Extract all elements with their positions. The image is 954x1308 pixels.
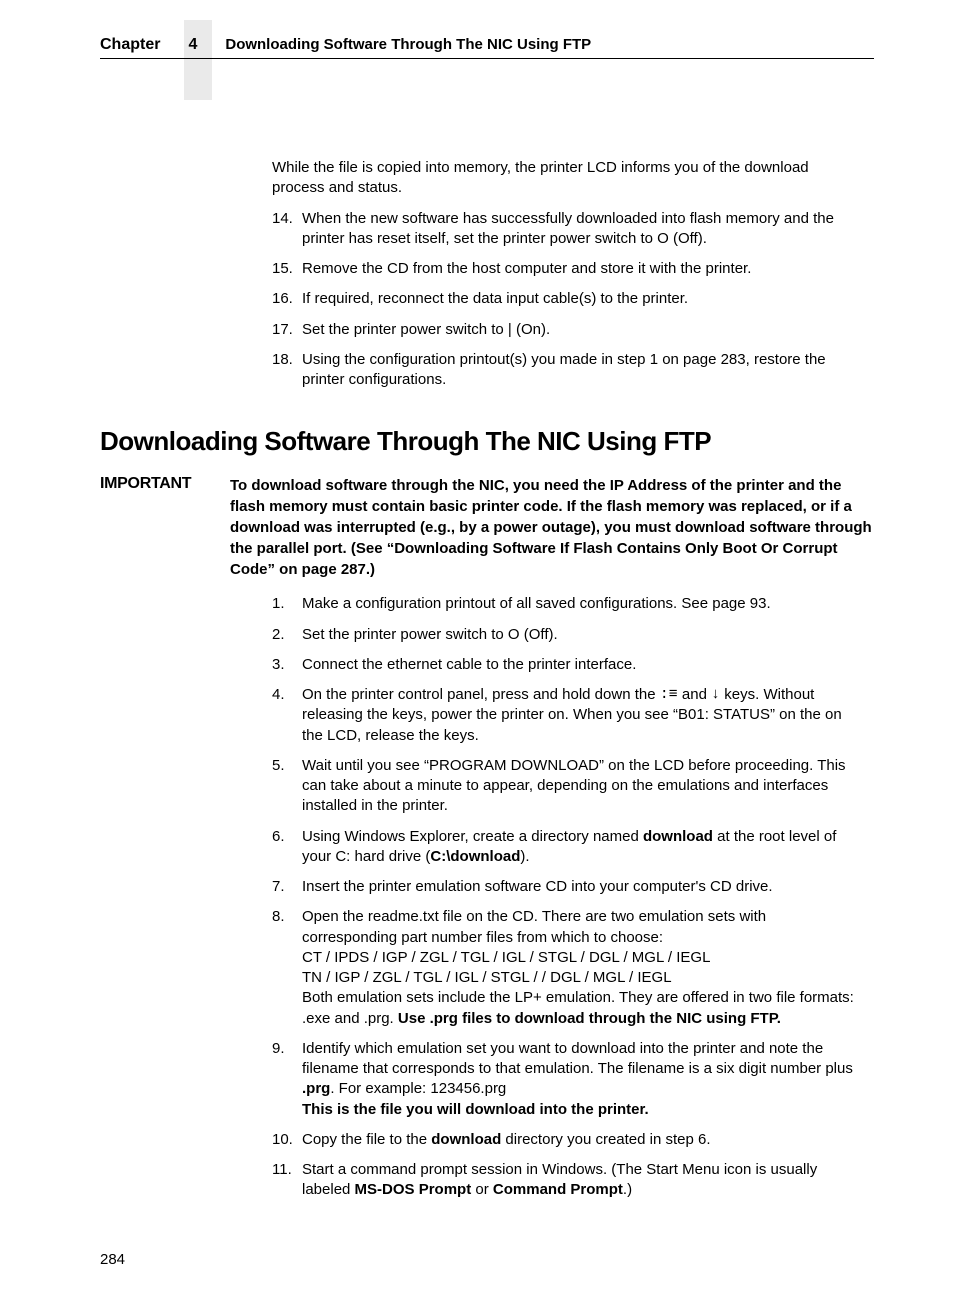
step-number: 15.	[272, 259, 302, 279]
ftp-step-2: 2.Set the printer power switch to O (Off…	[272, 625, 864, 645]
ftp-step-9: 9. Identify which emulation set you want…	[272, 1039, 864, 1120]
step-number: 1.	[272, 594, 302, 614]
step-text: Connect the ethernet cable to the printe…	[302, 655, 864, 675]
step-text: Remove the CD from the host computer and…	[302, 259, 864, 279]
ftp-step-5: 5.Wait until you see “PROGRAM DOWNLOAD” …	[272, 756, 864, 817]
step-number: 5.	[272, 756, 302, 817]
continued-steps-list: 14.When the new software has successfull…	[272, 209, 864, 391]
step-text: On the printer control panel, press and …	[302, 685, 864, 746]
text-fragment: or	[471, 1181, 493, 1198]
bold-text: C:\download	[430, 848, 520, 865]
step-number: 6.	[272, 827, 302, 868]
bold-text: Use .prg files to download through the N…	[398, 1010, 781, 1027]
text-fragment: .)	[623, 1181, 632, 1198]
step-number: 18.	[272, 350, 302, 391]
bold-text: Command Prompt	[493, 1181, 623, 1198]
chapter-running-title: Downloading Software Through The NIC Usi…	[225, 36, 591, 53]
text-fragment: TN / IGP / ZGL / TGL / IGL / STGL / / DG…	[302, 969, 672, 986]
ftp-steps-list: 1.Make a configuration printout of all s…	[272, 594, 864, 1200]
step-text: If required, reconnect the data input ca…	[302, 289, 864, 309]
text-fragment: Open the readme.txt file on the CD. Ther…	[302, 908, 766, 945]
ftp-step-7: 7.Insert the printer emulation software …	[272, 877, 864, 897]
text-fragment: Copy the file to the	[302, 1131, 431, 1148]
step-14: 14.When the new software has successfull…	[272, 209, 864, 250]
ftp-step-8: 8. Open the readme.txt file on the CD. T…	[272, 907, 864, 1029]
step-text: Using Windows Explorer, create a directo…	[302, 827, 864, 868]
step-text: Copy the file to the download directory …	[302, 1130, 864, 1150]
menu-key-icon: :≡	[660, 685, 678, 705]
bold-text: MS-DOS Prompt	[355, 1181, 472, 1198]
step-17: 17.Set the printer power switch to | (On…	[272, 320, 864, 340]
text-fragment: directory you created in step 6.	[501, 1131, 710, 1148]
step-text: When the new software has successfully d…	[302, 209, 864, 250]
step-number: 7.	[272, 877, 302, 897]
step-number: 14.	[272, 209, 302, 250]
step-16: 16.If required, reconnect the data input…	[272, 289, 864, 309]
step-text: Open the readme.txt file on the CD. Ther…	[302, 907, 864, 1029]
ftp-step-11: 11. Start a command prompt session in Wi…	[272, 1160, 864, 1201]
ftp-step-10: 10. Copy the file to the download direct…	[272, 1130, 864, 1150]
text-fragment: On the printer control panel, press and …	[302, 686, 660, 703]
step-number: 4.	[272, 685, 302, 746]
chapter-label: Chapter	[100, 36, 160, 54]
important-label: IMPORTANT	[100, 475, 230, 580]
step-text: Make a configuration printout of all sav…	[302, 594, 864, 614]
step-text: Using the configuration printout(s) you …	[302, 350, 864, 391]
bold-text: This is the file you will download into …	[302, 1101, 649, 1118]
page-number: 284	[100, 1251, 874, 1268]
step-number: 16.	[272, 289, 302, 309]
ftp-step-6: 6. Using Windows Explorer, create a dire…	[272, 827, 864, 868]
down-arrow-key-icon: ↓	[711, 685, 720, 705]
step-number: 9.	[272, 1039, 302, 1120]
bold-text: download	[643, 828, 713, 845]
chapter-number: 4	[188, 36, 197, 54]
step-18: 18.Using the configuration printout(s) y…	[272, 350, 864, 391]
step-15: 15.Remove the CD from the host computer …	[272, 259, 864, 279]
text-fragment: Using Windows Explorer, create a directo…	[302, 828, 643, 845]
bold-text: .prg	[302, 1080, 330, 1097]
important-note: IMPORTANT To download software through t…	[100, 475, 874, 580]
important-body: To download software through the NIC, yo…	[230, 475, 874, 580]
text-fragment: Identify which emulation set you want to…	[302, 1040, 853, 1077]
text-fragment: CT / IPDS / IGP / ZGL / TGL / IGL / STGL…	[302, 949, 710, 966]
step-text: Identify which emulation set you want to…	[302, 1039, 864, 1120]
page-header: Chapter 4 Downloading Software Through T…	[100, 36, 874, 59]
step-text: Set the printer power switch to O (Off).	[302, 625, 864, 645]
step-text: Set the printer power switch to | (On).	[302, 320, 864, 340]
section-heading: Downloading Software Through The NIC Usi…	[100, 426, 874, 457]
step-number: 3.	[272, 655, 302, 675]
text-fragment: and	[678, 686, 711, 703]
text-fragment: . For example: 123456.prg	[330, 1080, 506, 1097]
step-number: 17.	[272, 320, 302, 340]
intro-paragraph: While the file is copied into memory, th…	[272, 158, 864, 199]
ftp-step-3: 3.Connect the ethernet cable to the prin…	[272, 655, 864, 675]
step-number: 10.	[272, 1130, 302, 1150]
ftp-step-1: 1.Make a configuration printout of all s…	[272, 594, 864, 614]
step-text: Insert the printer emulation software CD…	[302, 877, 864, 897]
step-number: 11.	[272, 1160, 302, 1201]
step-text: Wait until you see “PROGRAM DOWNLOAD” on…	[302, 756, 864, 817]
step-number: 2.	[272, 625, 302, 645]
text-fragment: ).	[520, 848, 529, 865]
step-text: Start a command prompt session in Window…	[302, 1160, 864, 1201]
step-number: 8.	[272, 907, 302, 1029]
bold-text: download	[431, 1131, 501, 1148]
ftp-step-4: 4. On the printer control panel, press a…	[272, 685, 864, 746]
